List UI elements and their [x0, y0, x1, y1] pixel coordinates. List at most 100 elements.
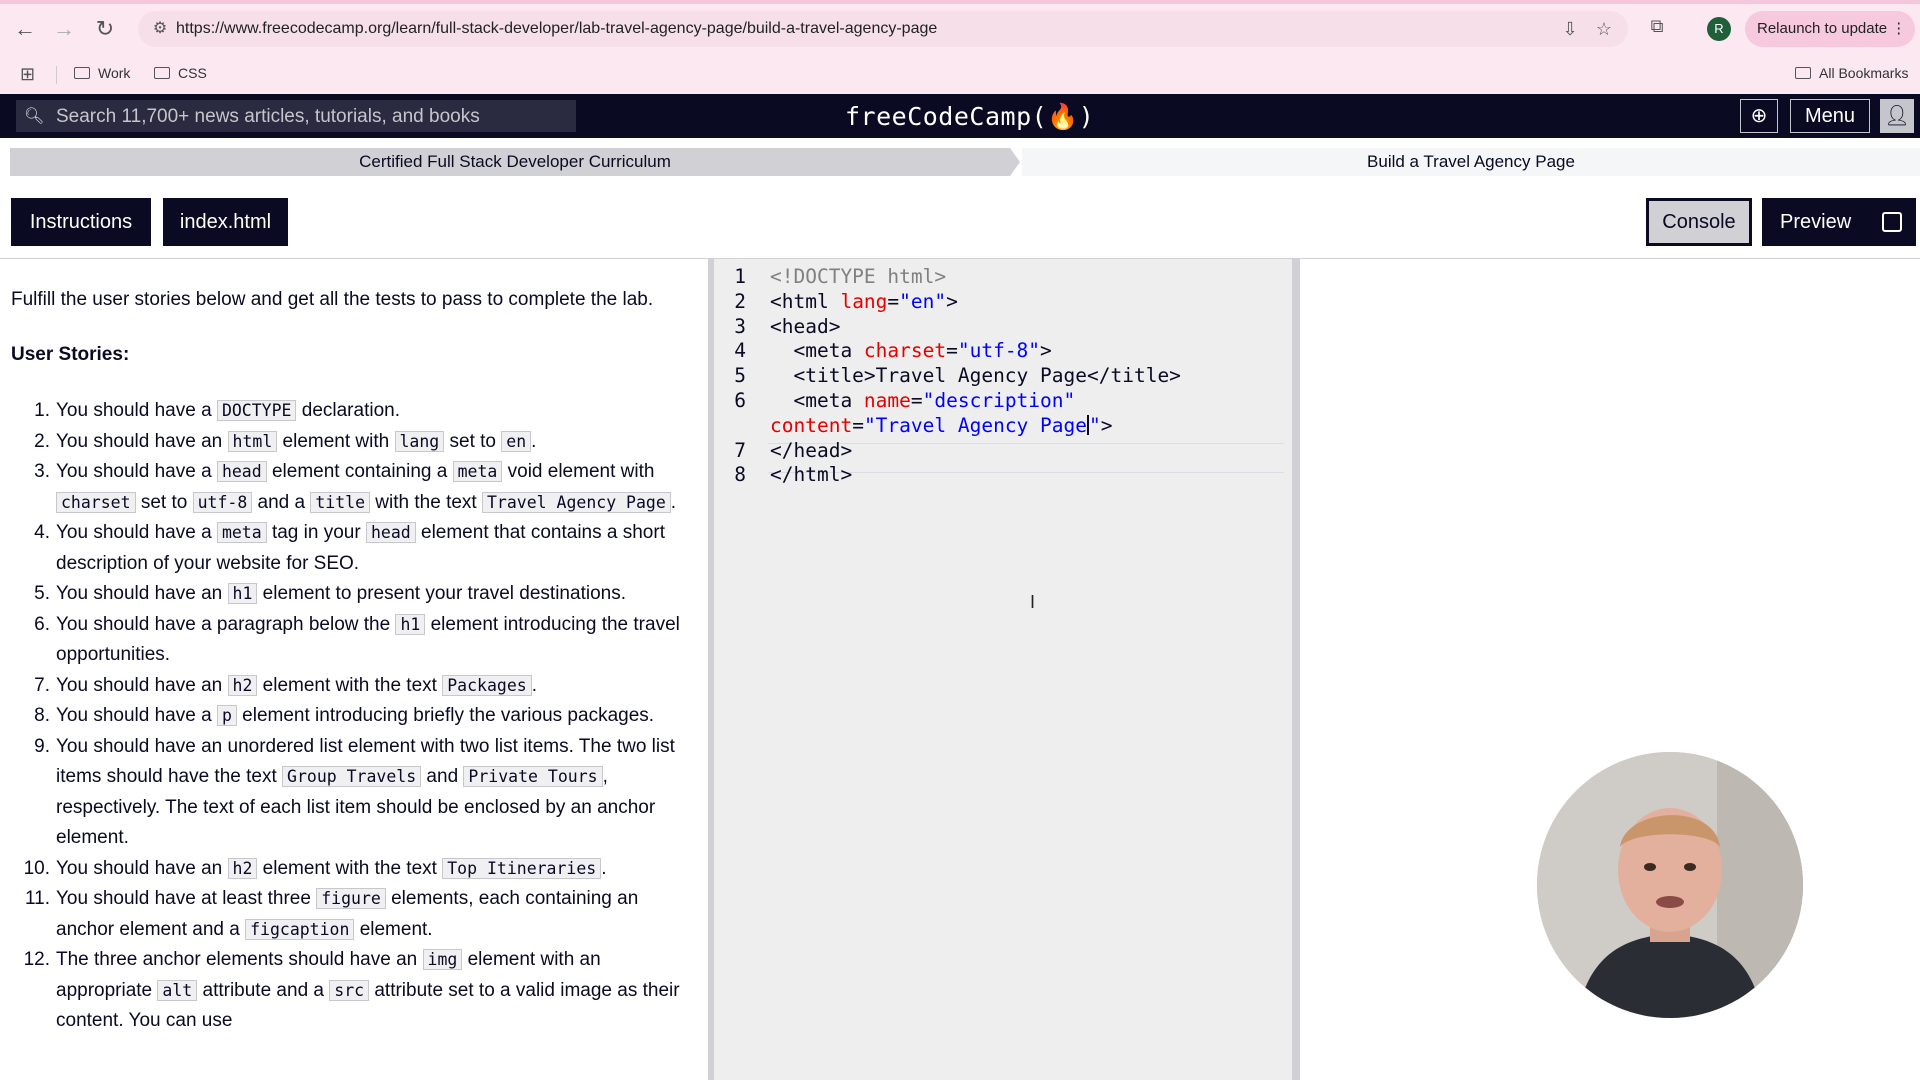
code-token: "description" [922, 389, 1076, 412]
code-token: <title> [770, 364, 876, 388]
line-number: 8 [734, 463, 746, 487]
profile-avatar[interactable]: R [1707, 17, 1731, 41]
bookmark-css[interactable]: CSS [154, 65, 207, 81]
pane-resize-handle[interactable] [1292, 259, 1300, 1080]
tab-instructions[interactable]: Instructions [11, 198, 151, 246]
user-avatar-icon[interactable]: 👤︎ [1880, 99, 1914, 133]
code-token: <meta [770, 339, 864, 363]
inline-code: lang [394, 430, 445, 452]
url-text[interactable]: https://www.freecodecamp.org/learn/full-… [176, 20, 937, 38]
story-number: 5. [34, 583, 50, 604]
popout-icon[interactable] [1882, 212, 1902, 232]
code-token: </title> [1087, 364, 1181, 388]
search-input[interactable]: 🔍︎ Search 11,700+ news articles, tutoria… [16, 100, 576, 132]
code-token: " [1089, 413, 1101, 437]
back-icon[interactable]: ← [10, 14, 40, 44]
code-token: > [1100, 413, 1113, 437]
kebab-menu-icon[interactable]: ⋮ [1891, 20, 1906, 37]
code-token: <!DOCTYPE [770, 265, 888, 288]
intro-text: Fulfill the user stories below and get a… [11, 289, 654, 310]
language-globe-icon[interactable]: ⊕ [1740, 99, 1778, 133]
user-story-item: 4. You should have a meta tag in your hea… [34, 518, 696, 579]
user-story-item: 9. You should have an unordered list elem… [34, 732, 696, 854]
code-line[interactable]: </head> [770, 439, 852, 462]
folder-icon [74, 67, 90, 79]
code-token: > [946, 289, 958, 313]
code-token: = [910, 389, 923, 412]
code-token: lang [840, 289, 888, 313]
webcam-overlay [1537, 752, 1803, 1018]
text-cursor-icon: I [1030, 592, 1036, 612]
code-token: name [863, 389, 911, 412]
install-app-icon[interactable]: ⇩ [1558, 17, 1582, 41]
breadcrumb-lab[interactable]: Build a Travel Agency Page [1022, 148, 1920, 176]
relaunch-button[interactable]: Relaunch to update ⋮ [1745, 11, 1915, 47]
breadcrumb-curriculum[interactable]: Certified Full Stack Developer Curriculu… [10, 148, 1020, 176]
inline-code: en [501, 430, 532, 452]
code-token: Travel Agency Page [875, 364, 1087, 388]
reload-icon[interactable]: ↻ [90, 14, 120, 44]
bookmark-work[interactable]: Work [74, 65, 130, 81]
line-number: 7 [734, 438, 746, 462]
code-token: = [887, 289, 900, 313]
line-number: 6 [734, 389, 746, 412]
code-token: <head> [770, 314, 841, 338]
line-number: 1 [734, 265, 746, 288]
code-line[interactable]: <html lang="en"> [770, 290, 958, 313]
bookmark-star-icon[interactable]: ☆ [1592, 17, 1616, 41]
folder-icon [154, 67, 170, 79]
code-token: content [770, 413, 853, 437]
browser-toolbar: ← → ↻ ⚙ https://www.freecodecamp.org/lea… [0, 0, 1920, 94]
inline-code: Private Tours [463, 766, 603, 787]
bookmark-label: CSS [178, 65, 207, 81]
story-number: 4. [34, 522, 50, 543]
inline-code: DOCTYPE [216, 400, 297, 421]
inline-code: figure [316, 888, 386, 909]
code-token: html [887, 265, 935, 288]
inline-code: title [310, 491, 371, 513]
inline-code: Packages [442, 674, 532, 696]
code-line[interactable]: <!DOCTYPE html> [770, 265, 946, 288]
site-settings-icon[interactable]: ⚙ [148, 17, 172, 41]
inline-code: h1 [395, 613, 426, 635]
code-line[interactable]: <title>Travel Agency Page</title> [770, 364, 1181, 388]
search-placeholder: Search 11,700+ news articles, tutorials,… [56, 106, 480, 127]
user-stories-heading: User Stories: [11, 344, 130, 365]
inline-code: h1 [227, 583, 258, 604]
story-number: 7. [34, 674, 50, 696]
code-token: <meta [770, 389, 864, 412]
all-bookmarks-label: All Bookmarks [1819, 65, 1909, 81]
inline-code: h2 [227, 674, 258, 696]
menu-button[interactable]: Menu [1790, 99, 1870, 133]
tab-index-html[interactable]: index.html [163, 198, 288, 246]
code-token: > [1040, 339, 1052, 363]
address-bar[interactable]: ⚙ https://www.freecodecamp.org/learn/ful… [138, 11, 1628, 47]
extensions-icon[interactable]: ⧉ [1645, 16, 1669, 40]
code-line[interactable]: </html> [770, 463, 852, 486]
console-button[interactable]: Console [1646, 198, 1752, 246]
forward-icon[interactable]: → [49, 14, 79, 44]
line-number: 4 [734, 339, 746, 363]
tab-strip-edge [0, 0, 1920, 4]
code-token: = [852, 413, 864, 437]
relaunch-label: Relaunch to update [1757, 20, 1888, 37]
code-line[interactable]: content="Travel Agency Page "> [770, 414, 1113, 437]
code-line[interactable]: <head> [770, 315, 840, 338]
preview-button[interactable]: Preview [1762, 198, 1916, 246]
fcc-logo[interactable]: freeCodeCamp(🔥) [845, 102, 1094, 132]
code-line[interactable]: <meta name="description" [770, 389, 1075, 412]
code-token: charset [863, 339, 947, 363]
all-bookmarks[interactable]: All Bookmarks [1795, 65, 1908, 81]
inline-code: src [329, 979, 370, 1001]
search-icon: 🔍︎ [24, 108, 45, 125]
inline-code: figcaption [245, 918, 355, 940]
code-line[interactable]: <meta charset="utf-8"> [770, 339, 1052, 363]
user-story-item: 8. You should have a p element introducin… [34, 701, 696, 732]
code-editor[interactable]: 1 2 3 4 5 6 7 8 <!DOCTYPE html> <html lang="en"> <… [714, 259, 1292, 1080]
apps-grid-icon[interactable]: ⊞ [20, 64, 35, 85]
inline-code: p [216, 705, 237, 726]
site-navbar: 🔍︎ Search 11,700+ news articles, tutoria… [0, 94, 1920, 138]
instructions-panel[interactable]: Fulfill the user stories below and get a… [0, 259, 710, 1080]
story-number: 1. [34, 400, 50, 421]
inline-code: Top Itineraries [442, 857, 602, 879]
